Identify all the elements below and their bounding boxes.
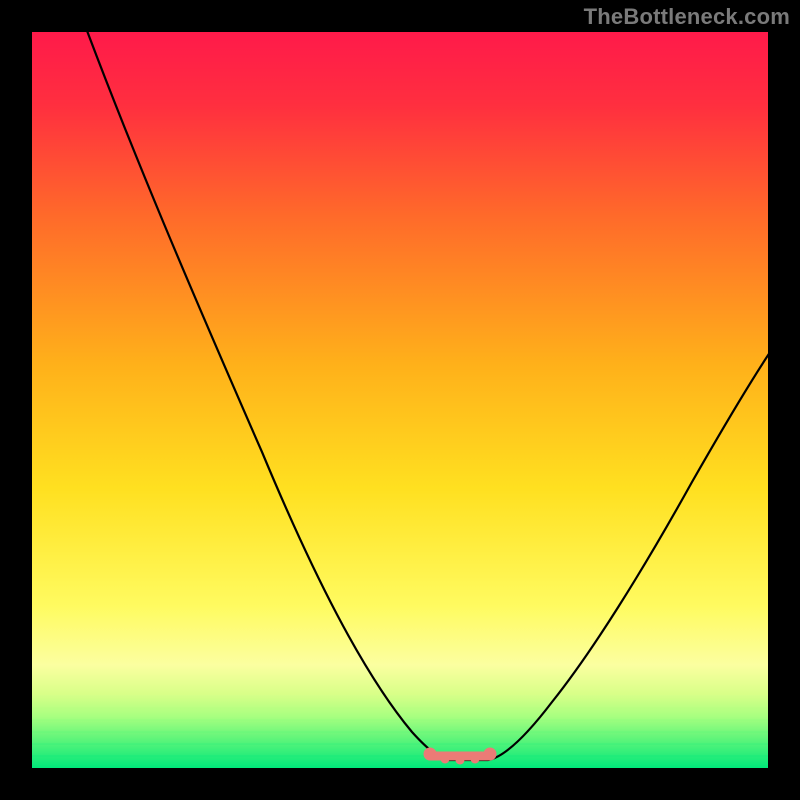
watermark-text: TheBottleneck.com: [584, 4, 790, 30]
bottleneck-chart: TheBottleneck.com: [0, 0, 800, 800]
chart-svg: [32, 32, 768, 768]
plot-area: [32, 32, 768, 768]
gradient-background: [32, 32, 768, 768]
